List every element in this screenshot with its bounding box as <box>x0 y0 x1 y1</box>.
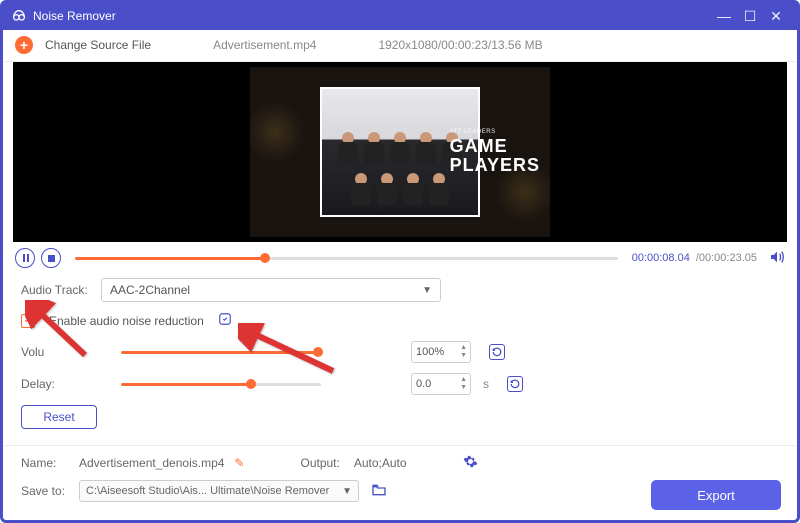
reset-button[interactable]: Reset <box>21 405 97 429</box>
saveto-path[interactable]: C:\Aiseesoft Studio\Ais... Ultimate\Nois… <box>79 480 359 502</box>
enable-noise-label: Enable audio noise reduction <box>49 314 204 328</box>
output-value: Auto;Auto <box>354 456 407 470</box>
video-overlay-text: ATT LEADERS GAME PLAYERS <box>450 129 540 175</box>
volume-label: Volu <box>21 345 91 359</box>
volume-spinner[interactable]: 100% ▲▼ <box>411 341 471 363</box>
chevron-down-icon: ▼ <box>342 486 352 497</box>
app-window: Noise Remover ― ☐ ✕ + Change Source File… <box>0 0 800 523</box>
video-frame: ATT LEADERS GAME PLAYERS <box>250 67 550 237</box>
info-icon[interactable] <box>218 312 232 329</box>
audio-track-select[interactable]: AAC-2Channel ▼ <box>101 278 441 302</box>
volume-icon[interactable] <box>769 249 785 268</box>
change-source-link[interactable]: Change Source File <box>45 38 151 52</box>
saveto-label: Save to: <box>21 484 71 498</box>
audio-track-label: Audio Track: <box>21 283 91 297</box>
source-info: 1920x1080/00:00:23/13.56 MB <box>378 38 542 52</box>
spinner-arrows[interactable]: ▲▼ <box>460 376 467 392</box>
title-bar: Noise Remover ― ☐ ✕ <box>3 3 797 30</box>
current-time: 00:00:08.04 <box>632 252 690 264</box>
delay-slider[interactable] <box>121 383 321 386</box>
spinner-arrows[interactable]: ▲▼ <box>460 344 467 360</box>
video-preview[interactable]: ATT LEADERS GAME PLAYERS <box>13 62 787 242</box>
minimize-button[interactable]: ― <box>711 8 737 24</box>
source-toolbar: + Change Source File Advertisement.mp4 1… <box>3 30 797 62</box>
close-button[interactable]: ✕ <box>763 8 789 25</box>
pause-button[interactable] <box>15 248 35 268</box>
edit-name-icon[interactable]: ✎ <box>234 456 244 470</box>
add-source-icon[interactable]: + <box>15 36 33 54</box>
delay-unit: s <box>483 377 489 391</box>
seek-bar[interactable] <box>75 257 618 260</box>
output-label: Output: <box>300 456 339 470</box>
open-folder-icon[interactable] <box>371 482 387 501</box>
output-name-value: Advertisement_denois.mp4 <box>79 456 224 470</box>
stop-button[interactable] <box>41 248 61 268</box>
output-panel: Name: Advertisement_denois.mp4 ✎ Output:… <box>3 454 797 520</box>
maximize-button[interactable]: ☐ <box>737 8 763 25</box>
app-icon <box>11 8 27 24</box>
settings-panel: Audio Track: AAC-2Channel ▼ ✓ Enable aud… <box>3 268 797 439</box>
volume-slider[interactable] <box>121 351 321 354</box>
volume-reset-icon[interactable] <box>489 344 505 360</box>
app-title: Noise Remover <box>33 9 116 23</box>
delay-label: Delay: <box>21 377 91 391</box>
delay-spinner[interactable]: 0.0 ▲▼ <box>411 373 471 395</box>
source-filename: Advertisement.mp4 <box>213 38 316 52</box>
total-time: /00:00:23.05 <box>696 252 757 264</box>
delay-reset-icon[interactable] <box>507 376 523 392</box>
player-controls: 00:00:08.04/00:00:23.05 <box>3 242 797 268</box>
output-settings-icon[interactable] <box>463 454 478 472</box>
export-button[interactable]: Export <box>651 480 781 510</box>
name-label: Name: <box>21 456 71 470</box>
enable-noise-checkbox[interactable]: ✓ <box>21 314 35 328</box>
chevron-down-icon: ▼ <box>422 285 432 296</box>
